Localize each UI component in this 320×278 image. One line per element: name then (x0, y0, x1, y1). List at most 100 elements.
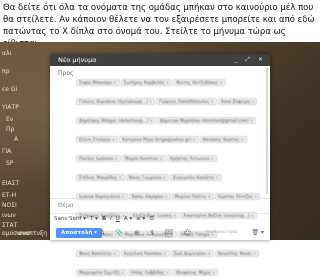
window-controls-icon[interactable]: _ ⤢ ✕ (234, 54, 266, 66)
recipient-chip[interactable]: Γιάννης Κυριάκου (ikyriakou@...)× (76, 98, 156, 105)
remove-recipient-icon[interactable]: × (166, 270, 170, 275)
recipient-name: Βαγγέλης Νικάς (217, 251, 252, 256)
recipient-name: Νίκος Γεωργίου (128, 175, 162, 180)
remove-recipient-icon[interactable]: × (163, 175, 167, 180)
remove-recipient-icon[interactable]: × (241, 137, 245, 142)
remove-recipient-icon[interactable]: × (251, 213, 255, 218)
bg-fragment: αλι (2, 50, 12, 57)
recipient-chip[interactable]: Στέλιος Μαυρίδης× (76, 174, 125, 181)
send-button[interactable]: Αποστολή ▾ (56, 228, 103, 238)
recipient-chip[interactable]: Μαργαρίτα Σιμιτζή× (76, 269, 128, 276)
bold-button[interactable]: B (102, 216, 106, 222)
remove-recipient-icon[interactable]: × (121, 194, 125, 199)
compose-header[interactable]: Νέο μήνυμα _ ⤢ ✕ (50, 54, 270, 66)
remove-recipient-icon[interactable]: × (212, 270, 216, 275)
remove-recipient-icon[interactable]: × (207, 194, 211, 199)
recipient-chip[interactable]: Ευαγγελία Κουλέτα× (170, 174, 222, 181)
bg-fragment: Εν (6, 116, 14, 123)
recipient-chip[interactable]: Φανή Βασιλείου× (76, 250, 120, 257)
remove-recipient-icon[interactable]: × (121, 270, 125, 275)
recipient-name: Στέλιος Μαυρίδης (79, 175, 118, 180)
trash-icon[interactable]: 🗑 ▾ (251, 229, 264, 236)
remove-recipient-icon[interactable]: × (251, 99, 255, 104)
remove-recipient-icon[interactable]: × (211, 156, 215, 161)
recipient-name: Κώστας Ρέντζος (217, 194, 253, 199)
recipient-chip[interactable]: Χρήστος Αντωνίου× (166, 155, 218, 162)
recipient-name: Θεοφάνης Μίχος (176, 270, 211, 275)
remove-recipient-icon[interactable]: × (254, 194, 258, 199)
remove-recipient-icon[interactable]: × (250, 118, 254, 123)
font-size-select[interactable]: T ▾ (90, 216, 98, 222)
recipient-chip-list: Σοφία Μπακάρα× Σωτήρης Καρβελάς× Φώτης Χατ… (76, 69, 262, 278)
remove-recipient-icon[interactable]: × (207, 251, 211, 256)
bg-fragment: ΕΤ-Η (2, 192, 17, 199)
recipient-name: Γιάννης Κυριάκου (ikyriakou@...) (79, 99, 148, 104)
remove-recipient-icon[interactable]: × (215, 175, 219, 180)
recipient-chip[interactable]: Ζωή Δημητρίου× (170, 250, 214, 257)
recipient-chip[interactable]: Φώτης Χατζηδάκης× (173, 79, 226, 86)
remove-recipient-icon[interactable]: × (118, 175, 122, 180)
remove-recipient-icon[interactable]: × (166, 80, 170, 85)
remove-recipient-icon[interactable]: × (113, 251, 117, 256)
remove-recipient-icon[interactable]: × (149, 118, 153, 123)
bg-fragment: ΣΤΑΤ (2, 222, 18, 229)
recipient-chip[interactable]: Μαρίνα Πολίτη× (171, 193, 214, 200)
recipient-name: Βάσω Λάμπρου (131, 194, 164, 199)
bg-fragment: ΥΙΑΤΡ (2, 104, 19, 111)
recipient-chip[interactable]: Θεοφάνης Μίχος× (173, 269, 219, 276)
recipients-scrollbar[interactable] (266, 68, 268, 194)
recipient-chip[interactable]: Βαγγέλης Νικάς× (214, 250, 260, 257)
font-family-select[interactable]: Sans Serif ▾ (54, 216, 86, 222)
recipient-chip[interactable]: Δημήτρης Βλάχος (dvlachos@...)× (76, 117, 156, 124)
recipient-chip[interactable]: Παύλος Ιωάννου× (76, 155, 121, 162)
recipient-chip[interactable]: Κατερίνα Ρήγα (kriga@yahoo.gr)× (119, 136, 199, 143)
recipient-chip[interactable]: Βάσω Λάμπρου× (128, 193, 171, 200)
draft-status: Αποθηκεύτηκε (205, 230, 238, 235)
underline-button[interactable]: U (116, 216, 120, 222)
remove-recipient-icon[interactable]: × (112, 137, 116, 142)
recipient-chip[interactable]: Μαρία Λεοντίου× (121, 155, 166, 162)
recipient-chip[interactable]: Γιώργος Παπαδόπουλος× (156, 98, 217, 105)
to-label: Προς (58, 70, 74, 77)
remove-recipient-icon[interactable]: × (163, 251, 167, 256)
align-button[interactable]: ≡ ▾ (136, 216, 145, 222)
recipient-chip[interactable]: Σωτήρης Καρβελάς× (120, 79, 173, 86)
remove-recipient-icon[interactable]: × (113, 80, 117, 85)
recipient-chip[interactable]: Αικατερίνη Βοζίνη (avozini@...)× (180, 212, 258, 219)
remove-recipient-icon[interactable]: × (210, 99, 214, 104)
list-button[interactable]: ☰ (149, 216, 154, 222)
compose-title: Νέο μήνυμα (58, 56, 97, 64)
recipient-chip[interactable]: Κώστας Ρέντζος× (214, 193, 261, 200)
recipient-chip[interactable]: Ιωάννα Καραγιάννη× (76, 193, 128, 200)
bg-fragment: SP (6, 160, 14, 167)
recipient-name: Άννα Ζαφείρη (220, 99, 250, 104)
bg-fragment: ce Gi (2, 86, 18, 93)
remove-recipient-icon[interactable]: × (192, 137, 196, 142)
recipient-chip[interactable]: Σοφία Μπακάρα× (76, 79, 120, 86)
remove-recipient-icon[interactable]: × (149, 99, 153, 104)
recipient-name: Φανή Βασιλείου (79, 251, 113, 256)
recipient-name: Ευαγγελία Κουλέτα (173, 175, 215, 180)
remove-recipient-icon[interactable]: × (173, 213, 177, 218)
recipient-chip[interactable]: Θανάσης Κώστας× (199, 136, 248, 143)
recipients-field[interactable]: Προς Σοφία Μπακάρα× Σωτήρης Καρβελάς× Φώτη… (50, 66, 270, 276)
recipient-name: Γιώργος Παπαδόπουλος (159, 99, 210, 104)
text-color-button[interactable]: A ▾ (124, 216, 132, 222)
remove-recipient-icon[interactable]: × (164, 194, 168, 199)
remove-recipient-icon[interactable]: × (114, 156, 118, 161)
recipient-chip[interactable]: Νίκος Γεωργίου× (125, 174, 170, 181)
remove-recipient-icon[interactable]: × (253, 251, 257, 256)
bg-fragment: ΝΟΣΙ (2, 202, 17, 209)
recipient-chip[interactable]: Άννα Ζαφείρη× (217, 98, 258, 105)
recipient-chip[interactable]: Αγγελική Ρούσσου× (120, 250, 170, 257)
recipient-chip[interactable]: Ηλίας Σαββίδης× (128, 269, 173, 276)
remove-recipient-icon[interactable]: × (159, 156, 163, 161)
remove-recipient-icon[interactable]: × (219, 80, 223, 85)
italic-button[interactable]: I (110, 216, 112, 222)
bg-fragment: αναπτυξη (18, 230, 48, 237)
attachment-tools-icon[interactable]: A 📎 ⊕ $ 🖼 ☺ (100, 228, 195, 238)
recipient-chip[interactable]: Δήμητρα Μιχαήλου (dmichail@gmail.com)× (156, 117, 257, 124)
bg-fragment: πρ (2, 68, 10, 75)
compose-window: Νέο μήνυμα _ ⤢ ✕ Προς Σοφία Μπακάρα× Σωτή… (50, 54, 270, 276)
recipient-chip[interactable]: Ελένη Σταύρου× (76, 136, 119, 143)
